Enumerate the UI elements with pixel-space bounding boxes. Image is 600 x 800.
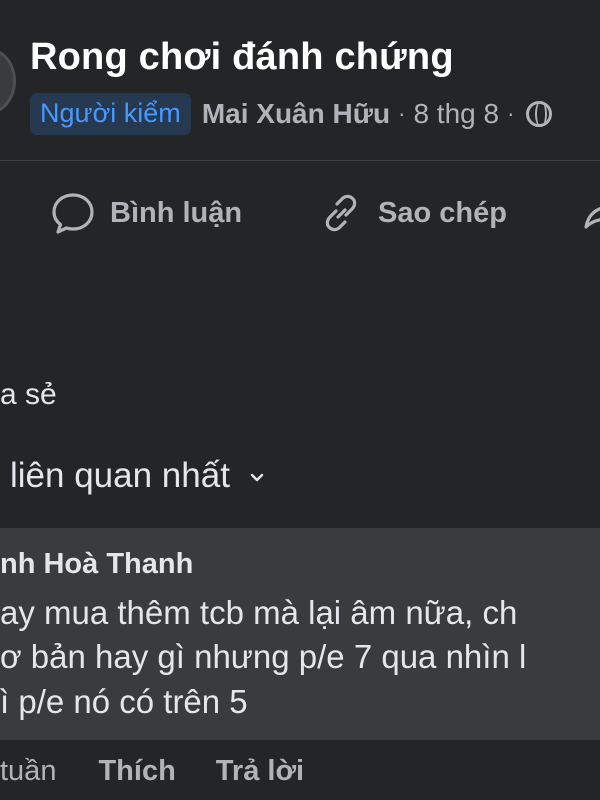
post-date[interactable]: 8 thg 8 (413, 98, 499, 130)
comment-button[interactable]: Bình luận (50, 188, 242, 238)
share-button[interactable] (582, 188, 600, 238)
divider (0, 160, 600, 161)
copy-label: Sao chép (378, 196, 507, 229)
sort-label: liên quan nhất (10, 456, 230, 495)
comment-actions: tuần Thích Trả lời (0, 752, 304, 790)
reply-button[interactable]: Trả lời (216, 755, 304, 788)
post-meta: Người kiểm Mai Xuân Hữu · 8 thg 8 · (30, 92, 553, 136)
role-badge: Người kiểm (30, 93, 191, 135)
comment-text-line: ay mua thêm tcb mà lại âm nữa, ch (0, 594, 518, 631)
comment-label: Bình luận (110, 196, 243, 229)
like-button[interactable]: Thích (98, 755, 175, 788)
group-name[interactable]: Rong chơi đánh chứng (30, 36, 454, 79)
comment-text-line: ì p/e nó có trên 5 (0, 683, 248, 720)
comment-time[interactable]: tuần (0, 755, 56, 788)
comment-icon (52, 193, 94, 234)
comment-text-line: ơ bản hay gì nhưng p/e 7 qua nhìn l (0, 638, 527, 675)
globe-icon (526, 101, 553, 127)
avatar[interactable] (0, 48, 16, 114)
meta-separator-2: · (507, 101, 515, 126)
share-icon (584, 207, 600, 229)
chevron-down-icon (250, 473, 264, 482)
post-screen: Rong chơi đánh chứng Người kiểm Mai Xuân… (0, 0, 600, 800)
author-name[interactable]: Mai Xuân Hữu (202, 98, 390, 130)
copy-button[interactable]: Sao chép (318, 188, 507, 238)
meta-separator: · (398, 101, 406, 126)
shares-count[interactable]: a sẻ (0, 378, 57, 412)
link-icon (325, 194, 357, 232)
comment-author[interactable]: nh Hoà Thanh (0, 548, 193, 581)
sort-dropdown[interactable]: liên quan nhất (10, 456, 264, 496)
